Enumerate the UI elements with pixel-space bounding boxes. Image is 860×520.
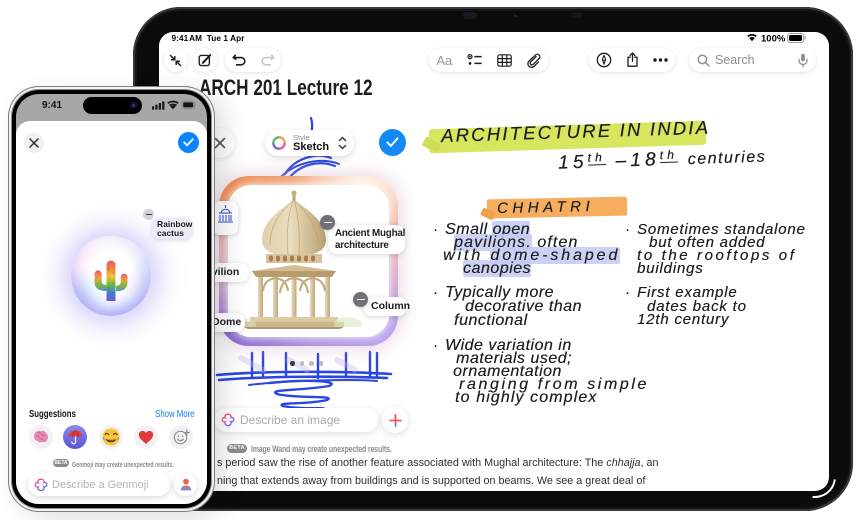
svg-text:100%: 100% [761,34,786,45]
